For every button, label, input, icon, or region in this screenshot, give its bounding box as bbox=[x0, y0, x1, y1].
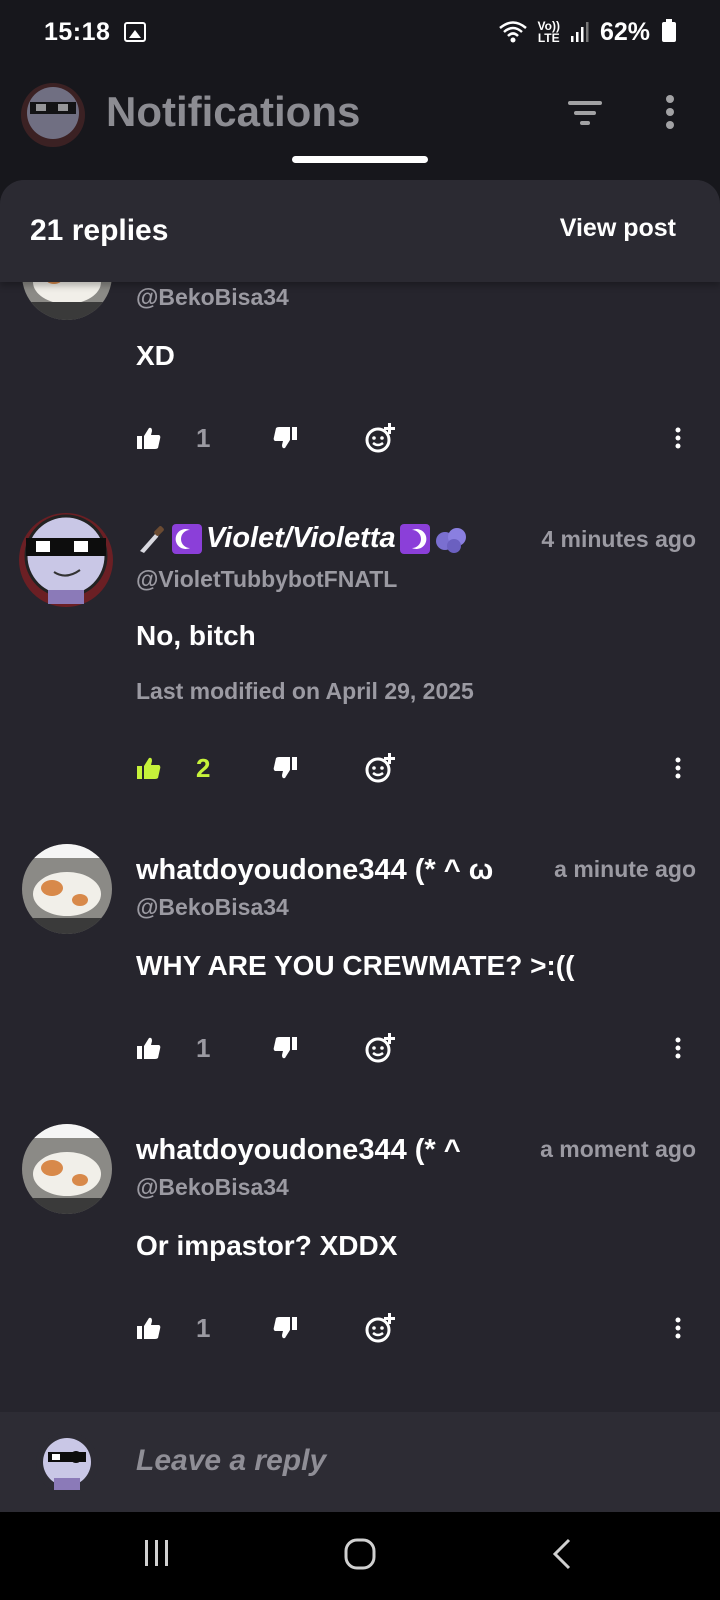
comment-actions: 1 bbox=[0, 1028, 720, 1068]
thumbs-down-icon bbox=[273, 427, 297, 449]
comment-text: WHY ARE YOU CREWMATE? >:(( bbox=[136, 950, 575, 981]
my-avatar bbox=[36, 1432, 98, 1494]
more-vertical-icon[interactable] bbox=[664, 94, 676, 130]
commenter-avatar[interactable] bbox=[18, 512, 114, 608]
dislike-button[interactable] bbox=[272, 1308, 300, 1348]
filter-icon[interactable] bbox=[566, 98, 604, 128]
commenter-handle[interactable]: @BekoBisa34 bbox=[136, 894, 289, 921]
add-reaction-icon bbox=[365, 1313, 395, 1343]
profile-avatar[interactable] bbox=[20, 82, 86, 148]
add-reaction-button[interactable] bbox=[364, 418, 396, 458]
comment-menu-button[interactable] bbox=[674, 1308, 684, 1348]
like-button[interactable] bbox=[136, 1308, 164, 1348]
add-reaction-icon bbox=[365, 1033, 395, 1063]
status-indicators: Vo)) LTE 62% bbox=[498, 18, 676, 47]
comment-actions: 2 bbox=[0, 748, 720, 788]
commenter-name[interactable]: whatdoyoudone344 (* ^ ω bbox=[136, 854, 536, 887]
comment-actions: 1 bbox=[0, 1308, 720, 1348]
reply-count: 21 replies bbox=[30, 214, 169, 247]
battery-percent: 62% bbox=[599, 17, 650, 46]
thumbs-up-icon bbox=[137, 1317, 161, 1339]
reply-input[interactable]: Leave a reply bbox=[136, 1444, 326, 1478]
commenter-avatar[interactable] bbox=[22, 1124, 112, 1214]
page-title: Notifications bbox=[106, 88, 361, 135]
commenter-name[interactable]: Violet/Violetta bbox=[136, 522, 496, 555]
last-modified-note: Last modified on April 29, 2025 bbox=[136, 678, 474, 704]
thumbs-up-icon bbox=[137, 757, 161, 779]
gallery-notification-icon bbox=[124, 22, 147, 42]
thumbs-down-icon bbox=[273, 1317, 297, 1339]
commenter-name-text: Violet/Violetta bbox=[206, 522, 396, 554]
like-count: 1 bbox=[196, 422, 211, 453]
dislike-button[interactable] bbox=[272, 418, 300, 458]
lte-label: LTE bbox=[537, 31, 560, 45]
status-bar: 15:18 Vo)) LTE 62% bbox=[0, 0, 720, 64]
comment-text: No, bitch bbox=[136, 620, 256, 651]
name-fade bbox=[502, 854, 536, 888]
commenter-name[interactable]: whatdoyoudone344 (* ^ bbox=[136, 1134, 506, 1167]
comment-menu-button[interactable] bbox=[674, 748, 684, 788]
wifi-icon bbox=[498, 21, 527, 43]
add-reaction-icon bbox=[365, 423, 395, 453]
like-button[interactable] bbox=[136, 748, 164, 788]
add-reaction-button[interactable] bbox=[364, 1028, 396, 1068]
add-reaction-icon bbox=[365, 753, 395, 783]
view-post-button[interactable]: View post bbox=[560, 214, 676, 243]
like-button[interactable] bbox=[136, 1028, 164, 1068]
reply-bar: Leave a reply bbox=[0, 1412, 720, 1512]
like-count: 1 bbox=[196, 1312, 211, 1343]
commenter-handle[interactable]: @VioletTubbybotFNATL bbox=[136, 566, 397, 593]
sheet-drag-handle[interactable] bbox=[292, 156, 428, 163]
thumbs-down-icon bbox=[273, 757, 297, 779]
more-vertical-icon bbox=[675, 427, 681, 449]
more-vertical-icon bbox=[675, 1037, 681, 1059]
add-reaction-button[interactable] bbox=[364, 1308, 396, 1348]
knife-emoji-icon bbox=[140, 525, 164, 553]
sheet-header: 21 replies View post bbox=[0, 180, 720, 282]
commenter-handle[interactable]: @BekoBisa34 bbox=[136, 1174, 289, 1201]
crescent-emoji-icon bbox=[399, 523, 430, 554]
like-button[interactable] bbox=[136, 418, 164, 458]
comment-menu-button[interactable] bbox=[674, 418, 684, 458]
like-count: 2 bbox=[196, 752, 211, 783]
network-type-label: Vo)) LTE bbox=[538, 20, 560, 44]
recent-apps-icon[interactable] bbox=[144, 1538, 170, 1568]
more-vertical-icon bbox=[675, 757, 681, 779]
system-nav-bar bbox=[0, 1512, 720, 1600]
thumbs-up-icon bbox=[137, 1037, 161, 1059]
more-vertical-icon bbox=[675, 1317, 681, 1339]
comment-text: XD bbox=[136, 340, 175, 371]
dislike-button[interactable] bbox=[272, 748, 300, 788]
home-icon[interactable] bbox=[344, 1538, 376, 1570]
replies-sheet: 21 replies View post @BekoBisa34 XD 1 Vi… bbox=[0, 180, 720, 1512]
comment-actions: 1 bbox=[0, 418, 720, 458]
blueberries-emoji-icon bbox=[435, 527, 466, 553]
commenter-avatar[interactable] bbox=[22, 844, 112, 934]
comment-timestamp: a minute ago bbox=[554, 856, 696, 882]
comment-menu-button[interactable] bbox=[674, 1028, 684, 1068]
status-time: 15:18 bbox=[44, 17, 111, 46]
battery-icon bbox=[662, 19, 676, 42]
back-icon[interactable] bbox=[552, 1538, 572, 1570]
signal-icon bbox=[570, 22, 589, 42]
comment-timestamp: a moment ago bbox=[540, 1136, 696, 1162]
commenter-handle[interactable]: @BekoBisa34 bbox=[136, 284, 289, 311]
comment-text: Or impastor? XDDX bbox=[136, 1230, 398, 1261]
comment-timestamp: 4 minutes ago bbox=[541, 526, 696, 552]
thumbs-up-icon bbox=[137, 427, 161, 449]
thumbs-down-icon bbox=[273, 1037, 297, 1059]
like-count: 1 bbox=[196, 1032, 211, 1063]
add-reaction-button[interactable] bbox=[364, 748, 396, 788]
crescent-emoji-icon bbox=[172, 523, 202, 554]
dislike-button[interactable] bbox=[272, 1028, 300, 1068]
